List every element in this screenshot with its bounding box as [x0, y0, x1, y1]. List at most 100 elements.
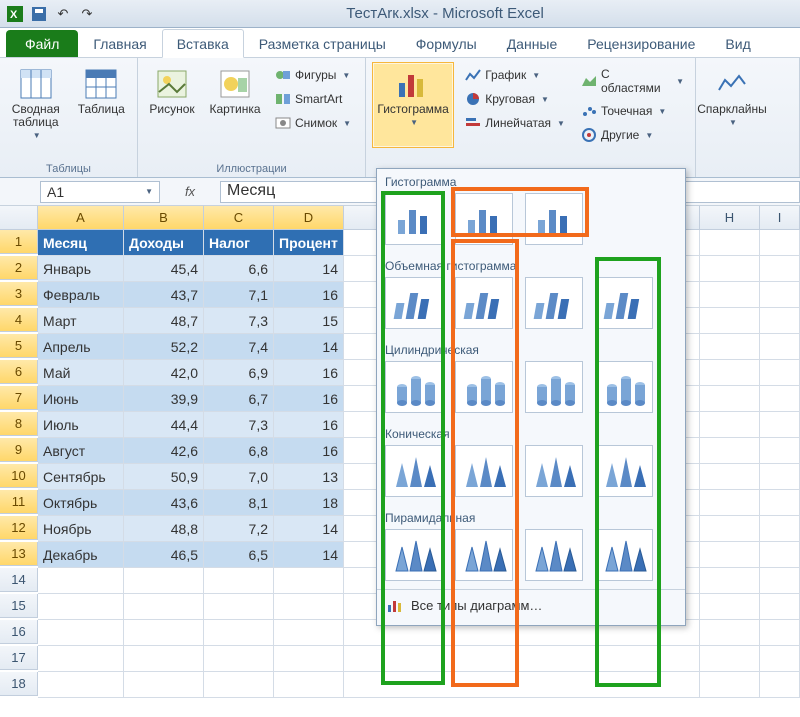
chart-type-option[interactable]: [385, 277, 443, 329]
cell[interactable]: [760, 334, 800, 360]
cell[interactable]: [344, 672, 700, 698]
cell[interactable]: 7,1: [204, 282, 274, 308]
cell[interactable]: [274, 620, 344, 646]
table-button[interactable]: Таблица: [72, 62, 132, 148]
chart-type-option[interactable]: [385, 529, 443, 581]
name-box[interactable]: A1▼: [40, 181, 160, 203]
column-header[interactable]: H: [700, 206, 760, 230]
cell[interactable]: [274, 568, 344, 594]
cell[interactable]: [760, 308, 800, 334]
cell[interactable]: 43,7: [124, 282, 204, 308]
column-header[interactable]: I: [760, 206, 800, 230]
cell[interactable]: [700, 308, 760, 334]
tab-data[interactable]: Данные: [492, 29, 573, 57]
cell[interactable]: 14: [274, 256, 344, 282]
cell[interactable]: [124, 672, 204, 698]
tab-review[interactable]: Рецензирование: [572, 29, 710, 57]
picture-button[interactable]: Рисунок: [144, 62, 200, 148]
chart-type-option[interactable]: [385, 361, 443, 413]
cell[interactable]: [760, 438, 800, 464]
row-header[interactable]: 7: [0, 386, 38, 410]
cell[interactable]: [760, 282, 800, 308]
cell[interactable]: [274, 672, 344, 698]
chart-type-option[interactable]: [525, 361, 583, 413]
cell[interactable]: [760, 594, 800, 620]
cell[interactable]: [760, 516, 800, 542]
cell[interactable]: [700, 334, 760, 360]
cell[interactable]: [760, 490, 800, 516]
sparklines-button[interactable]: Спарклайны ▼: [702, 62, 762, 148]
cell[interactable]: [38, 568, 124, 594]
chart-type-option[interactable]: [595, 277, 653, 329]
cell[interactable]: 6,9: [204, 360, 274, 386]
cell[interactable]: [700, 594, 760, 620]
cell[interactable]: [760, 568, 800, 594]
cell[interactable]: [760, 386, 800, 412]
chart-type-option[interactable]: [455, 277, 513, 329]
cell[interactable]: 7,3: [204, 308, 274, 334]
cell[interactable]: [700, 282, 760, 308]
cell[interactable]: [700, 230, 760, 256]
row-header[interactable]: 15: [0, 594, 38, 618]
chart-type-option[interactable]: [455, 445, 513, 497]
cell[interactable]: Сентябрь: [38, 464, 124, 490]
cell[interactable]: [124, 568, 204, 594]
cell[interactable]: [124, 646, 204, 672]
cell[interactable]: 48,8: [124, 516, 204, 542]
cell[interactable]: 7,3: [204, 412, 274, 438]
cell[interactable]: [760, 672, 800, 698]
column-header[interactable]: C: [204, 206, 274, 230]
row-header[interactable]: 4: [0, 308, 38, 332]
cell[interactable]: Процент: [274, 230, 344, 256]
cell[interactable]: [700, 360, 760, 386]
cell[interactable]: [38, 672, 124, 698]
cell[interactable]: Доходы: [124, 230, 204, 256]
chart-type-option[interactable]: [385, 193, 443, 245]
chart-type-option[interactable]: [525, 277, 583, 329]
all-chart-types-button[interactable]: Все типы диаграмм…: [377, 589, 685, 621]
cell[interactable]: 42,0: [124, 360, 204, 386]
cell[interactable]: 13: [274, 464, 344, 490]
cell[interactable]: 48,7: [124, 308, 204, 334]
column-header[interactable]: A: [38, 206, 124, 230]
cell[interactable]: [124, 620, 204, 646]
chart-type-option[interactable]: [595, 361, 653, 413]
cell[interactable]: 14: [274, 334, 344, 360]
cell[interactable]: [274, 646, 344, 672]
cell[interactable]: 7,2: [204, 516, 274, 542]
cell[interactable]: [204, 646, 274, 672]
row-header[interactable]: 3: [0, 282, 38, 306]
cell[interactable]: [204, 594, 274, 620]
cell[interactable]: 15: [274, 308, 344, 334]
row-header[interactable]: 9: [0, 438, 38, 462]
cell[interactable]: Март: [38, 308, 124, 334]
tab-formulas[interactable]: Формулы: [401, 29, 492, 57]
pivot-table-button[interactable]: Сводная таблица ▼: [6, 62, 66, 148]
bar-chart-button[interactable]: Линейчатая▼: [460, 112, 570, 134]
column-chart-button[interactable]: Гистограмма ▼: [372, 62, 454, 148]
cell[interactable]: 50,9: [124, 464, 204, 490]
chart-type-option[interactable]: [455, 529, 513, 581]
cell[interactable]: [204, 568, 274, 594]
cell[interactable]: 6,6: [204, 256, 274, 282]
cell[interactable]: [38, 646, 124, 672]
row-header[interactable]: 14: [0, 568, 38, 592]
area-chart-button[interactable]: С областями▼: [576, 64, 689, 98]
cell[interactable]: [344, 646, 700, 672]
cell[interactable]: [700, 386, 760, 412]
other-charts-button[interactable]: Другие▼: [576, 124, 689, 146]
tab-home[interactable]: Главная: [78, 29, 161, 57]
cell[interactable]: Май: [38, 360, 124, 386]
save-icon[interactable]: [30, 5, 48, 23]
chart-type-option[interactable]: [525, 529, 583, 581]
tab-page-layout[interactable]: Разметка страницы: [244, 29, 401, 57]
cell[interactable]: [760, 646, 800, 672]
cell[interactable]: [760, 360, 800, 386]
select-all-corner[interactable]: [0, 206, 38, 230]
redo-icon[interactable]: ↷: [78, 5, 96, 23]
cell[interactable]: Ноябрь: [38, 516, 124, 542]
cell[interactable]: Налог: [204, 230, 274, 256]
cell[interactable]: 14: [274, 542, 344, 568]
cell[interactable]: 52,2: [124, 334, 204, 360]
cell[interactable]: 6,7: [204, 386, 274, 412]
